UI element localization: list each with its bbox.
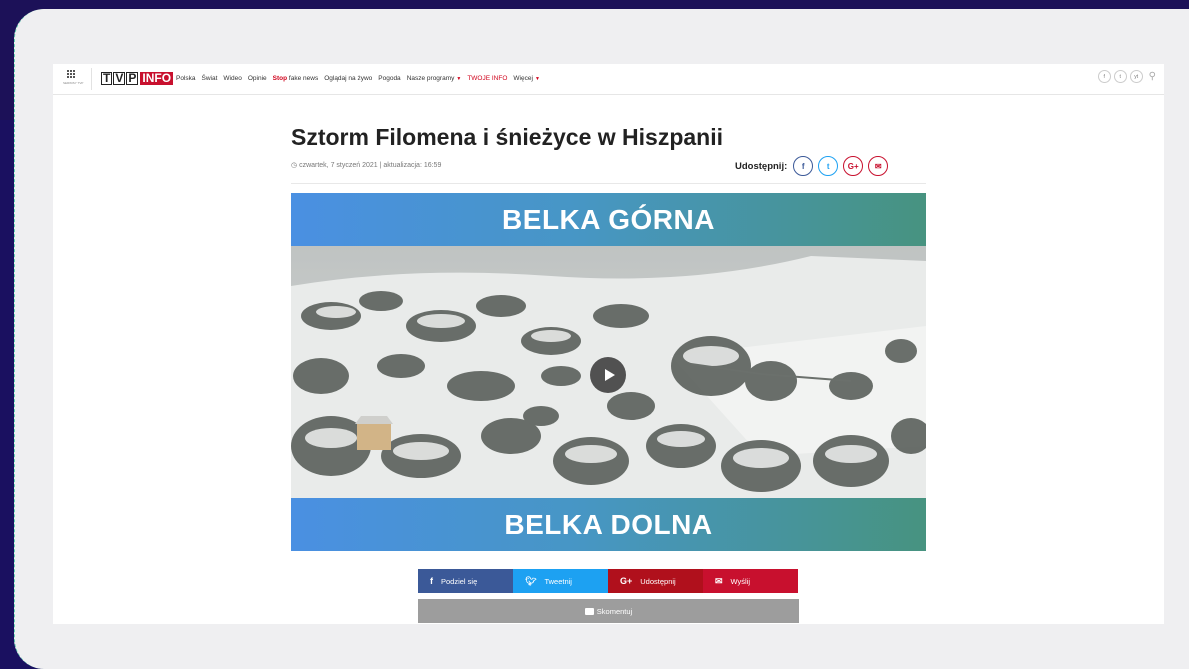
googleplus-icon: G+ [620,576,633,586]
nav-item-ogladaj[interactable]: Oglądaj na żywo [324,75,372,82]
divider [291,183,926,184]
tvp-info-logo[interactable]: T V P INFO [101,71,174,85]
nav-label: Nasze programy [406,75,455,82]
share-bar: Udostępnij: f t G+ ✉ [735,156,889,176]
divider [91,68,92,90]
comment-icon [584,607,594,615]
share-googleplus-icon[interactable]: G+ [843,156,864,176]
nav-item-twoje-info[interactable]: TWOJE INFO [467,75,507,82]
nav-item-swiat[interactable]: Świat [202,75,218,82]
search-icon[interactable]: ⚲ [1149,71,1156,82]
logo-letter: T [101,71,113,85]
site-header: SERWISY TVP T V P INFO Polska Świat Wide… [53,64,1164,95]
share-email-icon[interactable]: ✉ [868,156,889,176]
clock-icon: ◷ [291,162,300,169]
share-email-label: Wyślij [730,576,751,586]
comment-label: Skomentuj [596,606,633,616]
share-email-button[interactable]: ✉ Wyślij [703,569,798,593]
logo-letter: P [126,71,139,85]
article-title: Sztorm Filomena i śnieżyce w Hiszpanii [291,124,724,150]
nav-item-polska[interactable]: Polska [176,75,196,82]
article-meta: ◷ czwartek, 7 styczeń 2021 | aktualizacj… [291,161,441,169]
nav-stop-prefix: Stop [272,75,288,82]
share-label: Udostępnij: [735,160,788,172]
share-googleplus-label: Udostępnij [640,576,676,586]
grid-icon [63,70,79,78]
belka-gorna: BELKA GÓRNA [291,193,926,246]
twitter-icon[interactable]: t [1113,70,1127,83]
share-facebook-button[interactable]: f Podziel się [418,569,513,593]
article-date: czwartek, 7 styczeń 2021 | aktualizacja:… [299,162,442,169]
apps-label: SERWISY TVP [63,81,84,85]
twitter-icon: 🐦︎ [525,575,537,586]
apps-menu-button[interactable]: SERWISY TVP [63,68,84,85]
play-icon[interactable] [590,357,626,393]
share-googleplus-button[interactable]: G+ Udostępnij [608,569,703,593]
belka-dolna: BELKA DOLNA [291,498,926,551]
share-twitter-icon[interactable]: t [818,156,839,176]
nav-item-wiecej[interactable]: Więcej ▼ [513,75,539,82]
main-nav: Polska Świat Wideo Opinie Stop fake news… [176,75,540,82]
nav-item-pogoda[interactable]: Pogoda [378,75,400,82]
nav-item-stop-fake-news[interactable]: Stop fake news [273,75,319,82]
share-facebook-label: Podziel się [441,576,478,586]
caret-down-icon: ▼ [456,76,462,82]
share-twitter-button[interactable]: 🐦︎ Tweetnij [513,569,608,593]
video-player[interactable] [291,246,926,498]
facebook-icon[interactable]: f [1097,70,1111,83]
youtube-icon[interactable]: yt [1129,70,1143,83]
caret-down-icon: ▼ [534,76,540,82]
share-buttons: f Podziel się 🐦︎ Tweetnij G+ Udostępnij … [418,569,798,593]
nav-item-wideo[interactable]: Wideo [223,75,241,82]
browser-screenshot: SERWISY TVP T V P INFO Polska Świat Wide… [53,64,1164,624]
nav-label: Więcej [513,75,533,82]
envelope-icon: ✉ [715,575,723,586]
nav-stop-label: fake news [288,75,319,82]
logo-info-box: INFO [140,71,174,85]
nav-item-opinie[interactable]: Opinie [248,75,267,82]
logo-letter: V [113,71,126,85]
share-twitter-label: Tweetnij [544,576,572,586]
share-facebook-icon[interactable]: f [793,156,814,176]
nav-item-nasze-programy[interactable]: Nasze programy ▼ [407,75,462,82]
comment-button[interactable]: Skomentuj [418,599,799,623]
header-social: f t yt ⚲ [1097,70,1156,83]
facebook-icon: f [430,576,433,586]
